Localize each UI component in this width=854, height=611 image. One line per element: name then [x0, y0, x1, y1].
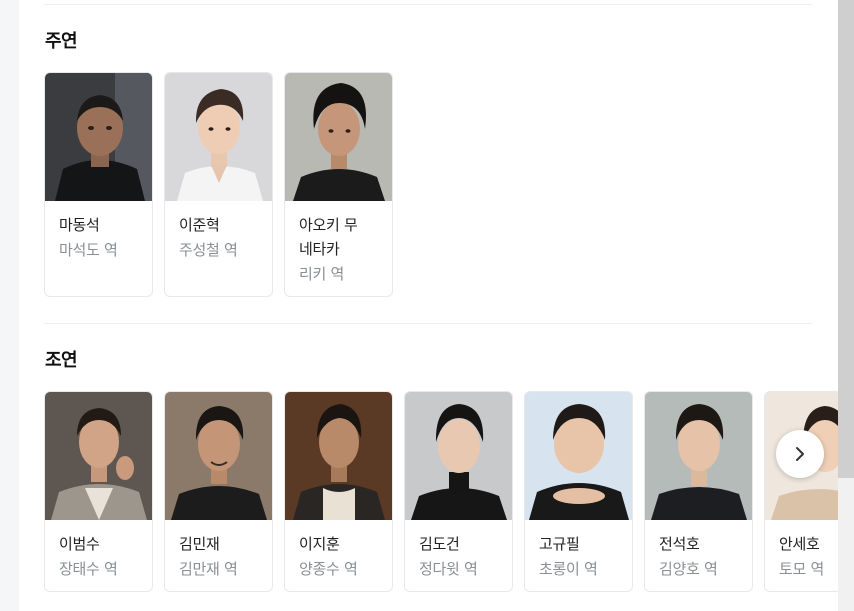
next-button[interactable] [776, 430, 824, 478]
cast-card[interactable]: 이지훈 양종수 역 [284, 391, 393, 592]
cast-photo [525, 392, 632, 520]
cast-name: 전석호 [659, 535, 700, 553]
cast-name: 안세호 [779, 535, 820, 553]
cast-name: 이범수 [59, 535, 100, 553]
main-cast-title: 주연 [45, 31, 78, 52]
cast-name: 김민재 [179, 535, 220, 553]
cast-card[interactable]: 김도건 정다윗 역 [404, 391, 513, 592]
cast-name: 이지훈 [299, 535, 340, 553]
supporting-cast-title: 조연 [45, 350, 78, 371]
cast-name: 아오키 무 네타카 [299, 216, 358, 258]
cast-role: 마석도 역 [59, 241, 118, 259]
cast-card[interactable]: 이준혁 주성철 역 [164, 72, 273, 297]
cast-card[interactable]: 마동석 마석도 역 [44, 72, 153, 297]
cast-role: 장태수 역 [59, 560, 118, 578]
cast-role: 정다윗 역 [419, 560, 478, 578]
cast-photo [645, 392, 752, 520]
cast-panel: 주연 마동석 마석도 역 이준혁 주성철 역 아오키 무 네타카 리키 역 조연… [19, 0, 838, 611]
cast-card[interactable]: 아오키 무 네타카 리키 역 [284, 72, 393, 297]
cast-role: 주성철 역 [179, 241, 238, 259]
cast-photo [45, 73, 152, 201]
cast-photo [285, 73, 392, 201]
cast-photo [45, 392, 152, 520]
cast-role: 양종수 역 [299, 560, 358, 578]
cast-role: 토모 역 [779, 560, 824, 578]
cast-card[interactable]: 안세호 토모 역 [764, 391, 838, 592]
cast-photo [165, 392, 272, 520]
cast-photo [405, 392, 512, 520]
cast-photo [285, 392, 392, 520]
cast-role: 초롱이 역 [539, 560, 598, 578]
cast-role: 김만재 역 [179, 560, 238, 578]
cast-card[interactable]: 전석호 김양호 역 [644, 391, 753, 592]
chevron-right-icon [796, 447, 804, 461]
cast-name: 고규필 [539, 535, 580, 553]
divider [44, 4, 812, 5]
cast-card[interactable]: 김민재 김만재 역 [164, 391, 273, 592]
cast-photo [165, 73, 272, 201]
cast-name: 이준혁 [179, 216, 220, 234]
scrollbar-track[interactable] [838, 478, 854, 611]
cast-name: 김도건 [419, 535, 460, 553]
cast-role: 리키 역 [299, 265, 344, 283]
cast-card[interactable]: 고규필 초롱이 역 [524, 391, 633, 592]
divider [44, 323, 812, 324]
main-cast-list: 마동석 마석도 역 이준혁 주성철 역 아오키 무 네타카 리키 역 [44, 72, 393, 297]
cast-role: 김양호 역 [659, 560, 718, 578]
cast-card[interactable]: 이범수 장태수 역 [44, 391, 153, 592]
cast-name: 마동석 [59, 216, 100, 234]
supporting-cast-list: 이범수 장태수 역 김민재 김만재 역 이지훈 양종수 역 김도건 정다윗 역 … [44, 391, 838, 592]
